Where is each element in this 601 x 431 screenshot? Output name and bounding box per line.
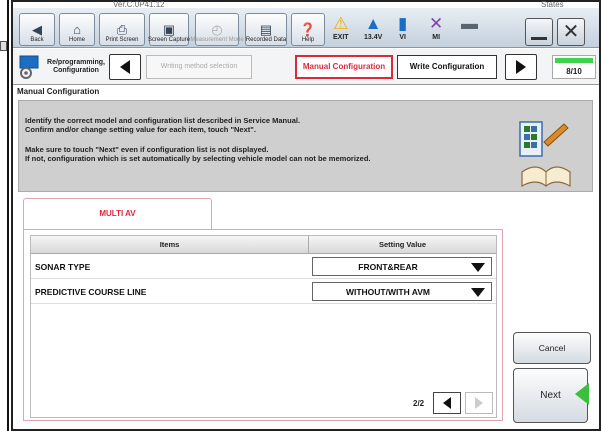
back-label: Back: [30, 37, 44, 43]
setting-value-dropdown[interactable]: FRONT&REAR: [312, 257, 492, 276]
instruction-line-3: Make sure to touch "Next" even if config…: [25, 145, 269, 154]
table-row: SONAR TYPE FRONT&REAR: [31, 255, 496, 279]
mi-label: MI: [432, 34, 441, 41]
minimize-button[interactable]: [525, 18, 553, 46]
page-title: Manual Configuration: [17, 87, 100, 96]
instruction-line-2: Confirm and/or change setting value for …: [25, 125, 256, 134]
connection-indicator: ▬: [461, 14, 478, 34]
measurement-mode-label: Measurement Mode: [190, 37, 244, 43]
breadcrumb-reprogramming: Re/programming, Configuration: [47, 59, 105, 74]
page-indicator: 2/2: [413, 399, 425, 408]
back-arrow-icon: ◀: [32, 22, 42, 37]
instruction-panel: Identify the correct model and configura…: [18, 100, 593, 192]
home-label: Home: [68, 37, 85, 43]
recorded-data-icon: ▤: [259, 22, 273, 37]
instruction-line-1: Identify the correct model and configura…: [25, 116, 301, 125]
service-manual-icon: [519, 121, 571, 188]
consult-app-window: Ver.C.0P41.12 States ◀ Back ⌂ Home ⎙ Pri…: [11, 0, 601, 431]
warning-icon: ⚠: [333, 14, 349, 33]
page-right-arrow-icon: [475, 397, 483, 409]
gauge-icon: ◴: [211, 22, 223, 37]
vi-status: ▮ VI: [398, 14, 407, 41]
dropdown-arrow-icon: [471, 288, 485, 297]
mi-status: ✕ MI: [429, 14, 443, 41]
home-icon: ⌂: [73, 22, 81, 37]
recorded-data-button[interactable]: ▤ Recorded Data: [245, 13, 287, 46]
breadcrumb: Re/programming, Configuration Writing me…: [13, 49, 599, 85]
vi-label: VI: [399, 34, 406, 41]
exit-label: EXIT: [333, 34, 349, 41]
next-page-button[interactable]: [465, 392, 493, 414]
tab-multi-av[interactable]: MULTI AV: [23, 198, 212, 230]
left-window-edge: [0, 0, 9, 431]
close-button[interactable]: ✕: [557, 18, 585, 46]
table-row: PREDICTIVE COURSE LINE WITHOUT/WITH AVM: [31, 280, 496, 304]
row-item-name: PREDICTIVE COURSE LINE: [35, 287, 147, 297]
print-screen-label: Print Screen: [105, 37, 139, 43]
battery-voltage-status: ▲ 13.4V: [364, 14, 382, 41]
car-icon: ▲: [364, 14, 382, 33]
left-arrow-icon: [120, 60, 130, 74]
print-screen-button[interactable]: ⎙ Print Screen: [99, 13, 145, 46]
items-column-header: Items: [31, 236, 309, 253]
previous-page-button[interactable]: [433, 392, 461, 414]
help-button[interactable]: ❓ Help: [291, 13, 325, 46]
plug-icon: ▬: [461, 14, 478, 33]
setting-value-dropdown[interactable]: WITHOUT/WITH AVM: [312, 282, 492, 301]
breadcrumb-manual-configuration: Manual Configuration: [295, 55, 393, 79]
reprogramming-icon: [19, 55, 39, 79]
voltage-label: 13.4V: [364, 34, 383, 41]
printer-icon: ⎙: [116, 22, 128, 37]
screen-capture-label: Screen Capture: [147, 37, 191, 43]
dropdown-selected-value: FRONT&REAR: [358, 262, 418, 272]
cancel-button[interactable]: Cancel: [513, 332, 591, 364]
breadcrumb-writing-method: Writing method selection: [146, 55, 252, 79]
close-icon: ✕: [562, 21, 580, 43]
step-progress: 8/10: [552, 55, 596, 79]
setting-value-column-header: Setting Value: [378, 240, 427, 249]
dropdown-selected-value: WITHOUT/WITH AVM: [345, 287, 431, 297]
previous-step-button[interactable]: [109, 54, 141, 80]
disconnected-x-icon: ✕: [429, 14, 444, 33]
toolbar: ◀ Back ⌂ Home ⎙ Print Screen ▣ Screen Ca…: [13, 8, 599, 48]
measurement-mode-button[interactable]: ◴ Measurement Mode: [190, 13, 244, 46]
highlight-pointer-arrow: [575, 383, 589, 405]
recorded-data-label: Recorded Data: [245, 37, 287, 43]
dropdown-arrow-icon: [471, 263, 485, 272]
progress-bar: [555, 58, 593, 63]
tab-multi-av-label: MULTI AV: [99, 209, 136, 218]
signal-bars-icon: ▮: [398, 14, 408, 33]
breadcrumb-write-configuration: Write Configuration: [397, 55, 497, 79]
next-step-button[interactable]: [505, 54, 537, 80]
help-icon: ❓: [299, 22, 317, 37]
step-count-text: 8/10: [566, 67, 582, 76]
instruction-line-4: If not, configuration which is set autom…: [25, 154, 371, 163]
page-left-arrow-icon: [443, 397, 451, 409]
back-button[interactable]: ◀ Back: [19, 13, 55, 46]
left-edge-handle: [0, 41, 7, 51]
help-label: Help: [301, 37, 315, 43]
right-arrow-icon: [516, 60, 526, 74]
screen-capture-button[interactable]: ▣ Screen Capture: [147, 13, 191, 46]
configuration-panel: Items Setting Value SONAR TYPE FRONT&REA…: [23, 229, 503, 421]
exit-status[interactable]: ⚠ EXIT: [333, 14, 349, 41]
table-header: Items Setting Value: [31, 236, 496, 254]
row-item-name: SONAR TYPE: [35, 262, 91, 272]
screenshot-root: Ver.C.0P41.12 States ◀ Back ⌂ Home ⎙ Pri…: [0, 0, 601, 431]
minimize-icon: [531, 36, 547, 40]
camera-icon: ▣: [162, 22, 176, 37]
home-button[interactable]: ⌂ Home: [59, 13, 95, 46]
configuration-table: Items Setting Value SONAR TYPE FRONT&REA…: [30, 235, 497, 418]
